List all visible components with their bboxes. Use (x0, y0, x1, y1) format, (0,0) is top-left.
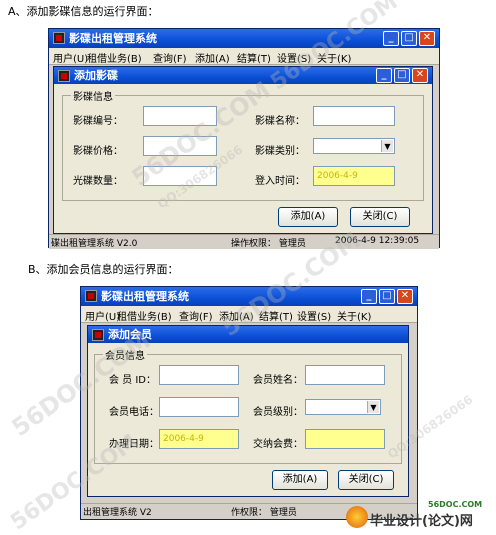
status-app: 碟出租管理系统 V2.0 (51, 239, 138, 249)
close-icon[interactable]: ✕ (419, 31, 435, 46)
menu-bar: 用户(U) 租借业务(B) 查询(F) 添加(A) 结算(T) 设置(S) 关于… (49, 48, 439, 65)
member-level-label: 会员级别： (253, 407, 303, 418)
caption-a: A、添加影碟信息的运行界面： (8, 5, 159, 18)
menu-about[interactable]: 关于(K) (337, 308, 371, 323)
dialog-close-icon[interactable]: ✕ (412, 68, 428, 83)
main-window-1: 影碟出租管理系统 _ □ ✕ 用户(U) 租借业务(B) 查询(F) 添加(A)… (48, 28, 440, 249)
add-member-dialog: 添加会员 会员信息 会 员 ID： 会员姓名： 会员电话： 会员级别： ▼ 办理… (87, 325, 409, 497)
menu-query[interactable]: 查询(F) (179, 308, 213, 323)
member-level-select[interactable]: ▼ (305, 399, 381, 415)
maximize-icon[interactable]: □ (379, 289, 395, 304)
status-bar: 碟出租管理系统 V2.0 操作权限： 管理员 2006-4-9 12:39:05 (49, 234, 439, 249)
group-label: 影碟信息 (71, 88, 115, 103)
dialog-maximize-icon[interactable]: □ (394, 68, 410, 83)
status-datetime: 2006-4-9 12:39:05 (335, 236, 420, 246)
menu-add[interactable]: 添加(A) (219, 308, 254, 323)
disc-name-label: 影碟名称： (255, 116, 305, 127)
minimize-icon[interactable]: _ (361, 289, 377, 304)
disc-name-input[interactable] (313, 106, 395, 126)
member-id-label: 会 员 ID： (109, 375, 157, 386)
dialog-icon (92, 329, 104, 341)
close-icon[interactable]: ✕ (397, 289, 413, 304)
register-time-label: 登入时间： (255, 176, 305, 187)
window-title: 影碟出租管理系统 (101, 290, 189, 303)
logo-text: 毕业设计(论文)网 (370, 514, 473, 529)
dialog-titlebar[interactable]: 添加影碟 _ □ ✕ (54, 67, 432, 84)
dialog-title: 添加会员 (108, 328, 152, 341)
close-button[interactable]: 关闭(C) (338, 470, 394, 490)
disc-type-label: 影碟类别： (255, 146, 305, 157)
logo-badge-icon (346, 506, 368, 528)
disc-price-input[interactable] (143, 136, 217, 156)
member-name-label: 会员姓名： (253, 375, 303, 386)
menu-query[interactable]: 查询(F) (153, 50, 187, 65)
menu-settings[interactable]: 设置(S) (277, 50, 311, 65)
member-info-group: 会员信息 会 员 ID： 会员姓名： 会员电话： 会员级别： ▼ 办理日期： 2… (94, 347, 402, 464)
menu-rental[interactable]: 租借业务(B) (87, 50, 142, 65)
menu-user[interactable]: 用户(U) (53, 50, 88, 65)
disc-id-input[interactable] (143, 106, 217, 126)
logo-site: 56DOC.COM (428, 500, 483, 509)
disc-price-label: 影碟价格： (73, 146, 123, 157)
add-button[interactable]: 添加(A) (272, 470, 328, 490)
menu-about[interactable]: 关于(K) (317, 50, 351, 65)
status-permission: 操作权限： 管理员 (231, 239, 306, 249)
add-disc-dialog: 添加影碟 _ □ ✕ 影碟信息 影碟编号： 影碟名称： 影碟价格： 影碟类别： … (53, 66, 433, 234)
app-icon (53, 32, 65, 44)
menu-user[interactable]: 用户(U) (85, 308, 120, 323)
disc-info-group: 影碟信息 影碟编号： 影碟名称： 影碟价格： 影碟类别： ▼ 光碟数量： 登入时… (62, 88, 424, 201)
member-name-input[interactable] (305, 365, 385, 385)
member-phone-input[interactable] (159, 397, 239, 417)
disc-type-select[interactable]: ▼ (313, 138, 395, 154)
status-app: 出租管理系统 V2 (83, 508, 152, 518)
dialog-minimize-icon[interactable]: _ (376, 68, 392, 83)
chevron-down-icon[interactable]: ▼ (381, 140, 393, 152)
join-date-label: 办理日期： (109, 439, 159, 450)
member-id-input[interactable] (159, 365, 239, 385)
dialog-title: 添加影碟 (74, 69, 118, 82)
fee-input[interactable] (305, 429, 385, 449)
main-window-2: 影碟出租管理系统 _ □ ✕ 用户(U) 租借业务(B) 查询(F) 添加(A)… (80, 286, 418, 520)
window-title: 影碟出租管理系统 (69, 32, 157, 45)
dialog-icon (58, 70, 70, 82)
join-date-input[interactable]: 2006-4-9 (159, 429, 239, 449)
status-permission: 作权限： 管理员 (231, 508, 297, 518)
menu-settle[interactable]: 结算(T) (259, 308, 293, 323)
disc-count-label: 光碟数量： (73, 176, 123, 187)
close-button[interactable]: 关闭(C) (350, 207, 410, 227)
window-titlebar[interactable]: 影碟出租管理系统 _ □ ✕ (49, 29, 439, 48)
menu-add[interactable]: 添加(A) (195, 50, 230, 65)
menu-settle[interactable]: 结算(T) (237, 50, 271, 65)
group-label: 会员信息 (103, 347, 147, 362)
caption-b: B、添加会员信息的运行界面： (28, 263, 179, 276)
disc-id-label: 影碟编号： (73, 116, 123, 127)
disc-count-input[interactable] (143, 166, 217, 186)
fee-label: 交纳会费： (253, 439, 303, 450)
dialog-titlebar[interactable]: 添加会员 (88, 326, 408, 343)
menu-bar: 用户(U) 租借业务(B) 查询(F) 添加(A) 结算(T) 设置(S) 关于… (81, 306, 417, 323)
menu-rental[interactable]: 租借业务(B) (117, 308, 172, 323)
maximize-icon[interactable]: □ (401, 31, 417, 46)
menu-settings[interactable]: 设置(S) (297, 308, 331, 323)
register-time-input[interactable]: 2006-4-9 (313, 166, 395, 186)
chevron-down-icon[interactable]: ▼ (367, 401, 379, 413)
minimize-icon[interactable]: _ (383, 31, 399, 46)
add-button[interactable]: 添加(A) (278, 207, 338, 227)
window-titlebar[interactable]: 影碟出租管理系统 _ □ ✕ (81, 287, 417, 306)
member-phone-label: 会员电话： (109, 407, 159, 418)
app-icon (85, 290, 97, 302)
